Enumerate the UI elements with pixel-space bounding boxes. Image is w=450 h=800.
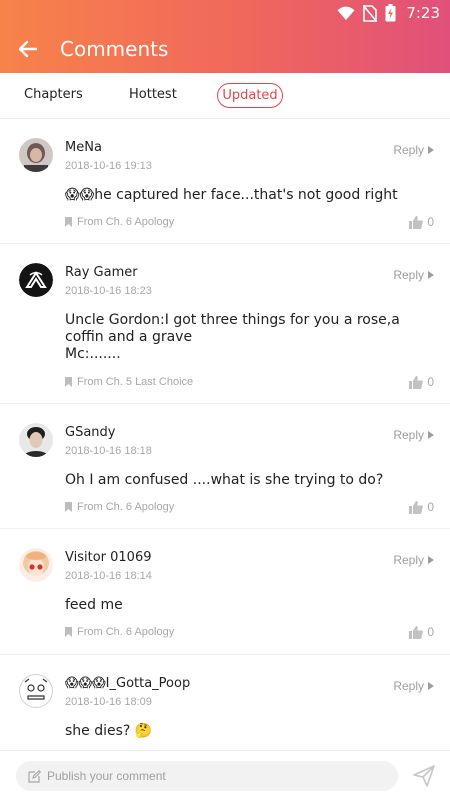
comment-text: Oh I am confused ....what is she trying … (65, 472, 384, 488)
reply-label: Reply (393, 553, 424, 567)
avatar[interactable] (19, 138, 53, 172)
comment-date: 2018-10-16 19:13 (65, 160, 152, 172)
wifi-icon (337, 6, 355, 20)
battery-icon (385, 4, 396, 22)
comment-item: Visitor 01069 2018-10-16 18:14 Reply fee… (0, 529, 450, 655)
comment-source[interactable]: From Ch. 6 Apology (65, 216, 174, 228)
edit-icon (28, 769, 41, 783)
comment-date: 2018-10-16 18:14 (65, 570, 152, 582)
like-count: 0 (427, 215, 434, 229)
chevron-right-icon (428, 682, 434, 690)
like-button[interactable]: 0 (409, 625, 434, 639)
comment-text: Uncle Gordon:I got three things for you … (65, 312, 400, 362)
avatar[interactable] (19, 548, 53, 582)
reply-label: Reply (393, 679, 424, 693)
like-count: 0 (427, 500, 434, 514)
reply-label: Reply (393, 143, 424, 157)
chevron-right-icon (428, 556, 434, 564)
reply-button[interactable]: Reply (393, 679, 434, 693)
comment-text: 😱😱he captured her face...that's not good… (65, 187, 398, 203)
source-label: From Ch. 6 Apology (77, 626, 175, 638)
back-button[interactable] (0, 25, 56, 73)
tab-bar: Chapters Hottest Updated (0, 73, 450, 119)
source-label: From Ch. 6 Apology (77, 216, 175, 228)
comment-item: GSandy 2018-10-16 18:18 Reply Oh I am co… (0, 404, 450, 529)
chevron-right-icon (428, 146, 434, 154)
like-count: 0 (427, 625, 434, 639)
comment-source[interactable]: From Ch. 6 Apology (65, 626, 174, 638)
bookmark-icon (65, 627, 72, 637)
reply-button[interactable]: Reply (393, 553, 434, 567)
avatar[interactable] (19, 423, 53, 457)
reply-label: Reply (393, 428, 424, 442)
comment-list[interactable]: MeNa 2018-10-16 19:13 Reply 😱😱he capture… (0, 119, 450, 750)
status-time: 7:23 (406, 4, 440, 22)
comment-username[interactable]: Visitor 01069 (65, 550, 152, 565)
chevron-right-icon (428, 431, 434, 439)
header: 7:23 Comments (0, 0, 450, 73)
comment-input[interactable] (47, 769, 367, 783)
comment-username[interactable]: MeNa (65, 140, 102, 155)
reply-button[interactable]: Reply (393, 428, 434, 442)
avatar[interactable] (19, 263, 53, 297)
source-label: From Ch. 6 Apology (77, 501, 175, 513)
no-sim-icon (363, 4, 378, 22)
like-button[interactable]: 0 (409, 215, 434, 229)
comment-source[interactable]: From Ch. 6 Apology (65, 501, 174, 513)
tab-updated[interactable]: Updated (217, 83, 283, 108)
comment-input-wrapper[interactable] (16, 761, 398, 791)
comment-item: Ray Gamer 2018-10-16 18:23 Reply Uncle G… (0, 244, 450, 404)
thumbs-up-icon (409, 215, 424, 229)
send-button[interactable] (412, 764, 436, 788)
comment-composer (0, 750, 450, 800)
comment-username[interactable]: GSandy (65, 425, 115, 440)
comment-item: 😱😱😱I_Gotta_Poop 2018-10-16 18:09 Reply s… (0, 655, 450, 750)
comment-date: 2018-10-16 18:18 (65, 445, 152, 457)
comment-username[interactable]: 😱😱😱I_Gotta_Poop (65, 676, 190, 691)
app-bar: Comments (0, 25, 450, 73)
bookmark-icon (65, 502, 72, 512)
page-title: Comments (60, 37, 169, 61)
like-button[interactable]: 0 (409, 500, 434, 514)
reply-button[interactable]: Reply (393, 143, 434, 157)
chevron-right-icon (428, 271, 434, 279)
reply-button[interactable]: Reply (393, 268, 434, 282)
comment-text: feed me (65, 597, 123, 613)
thumbs-up-icon (409, 625, 424, 639)
back-arrow-icon (18, 40, 38, 58)
tab-hottest[interactable]: Hottest (129, 83, 177, 108)
tab-chapters[interactable]: Chapters (24, 83, 83, 108)
thumbs-up-icon (409, 375, 424, 389)
thumbs-up-icon (409, 500, 424, 514)
avatar[interactable] (19, 674, 53, 708)
bookmark-icon (65, 217, 72, 227)
bookmark-icon (65, 377, 72, 387)
comment-username[interactable]: Ray Gamer (65, 265, 138, 280)
reply-label: Reply (393, 268, 424, 282)
comment-date: 2018-10-16 18:23 (65, 285, 152, 297)
status-bar: 7:23 (0, 0, 450, 25)
status-icons: 7:23 (337, 3, 440, 23)
source-label: From Ch. 5 Last Choice (77, 376, 194, 388)
comment-source[interactable]: From Ch. 5 Last Choice (65, 376, 193, 388)
comment-text: she dies? 🤔 (65, 723, 153, 739)
comment-item: MeNa 2018-10-16 19:13 Reply 😱😱he capture… (0, 119, 450, 244)
like-button[interactable]: 0 (409, 375, 434, 389)
like-count: 0 (427, 375, 434, 389)
send-icon (413, 765, 435, 787)
comment-date: 2018-10-16 18:09 (65, 696, 152, 708)
